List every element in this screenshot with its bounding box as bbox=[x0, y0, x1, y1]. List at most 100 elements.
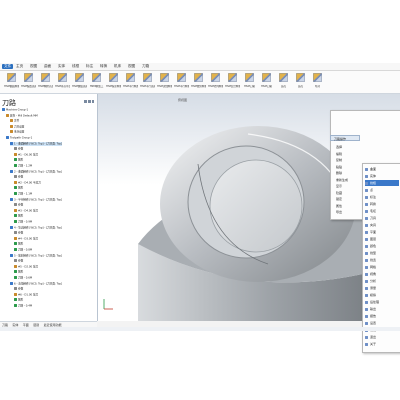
menu-item[interactable]: 线框 bbox=[72, 64, 79, 69]
submenu-item[interactable]: 退出 bbox=[365, 334, 399, 340]
menu-item[interactable]: 转换 bbox=[100, 64, 107, 69]
ribbon-button[interactable]: HSM刀路 bbox=[259, 73, 274, 91]
ribbon-button[interactable]: HSM径向精修 bbox=[208, 73, 223, 91]
ribbon-button[interactable]: HSM螺旋铣削 bbox=[72, 73, 87, 91]
tree-node[interactable]: 参数 bbox=[14, 147, 23, 151]
tree-node[interactable]: 毛坯设置 bbox=[10, 130, 24, 134]
ribbon-button[interactable]: 钻孔 bbox=[276, 73, 291, 91]
ribbon-button[interactable]: HSM流线精修 bbox=[157, 73, 172, 91]
tree-node[interactable]: 文件 bbox=[10, 119, 19, 123]
context-menu-item[interactable]: 隐藏 bbox=[336, 191, 342, 196]
ribbon-button[interactable]: 毛坯 bbox=[310, 73, 325, 91]
tree-node[interactable]: 图形 bbox=[14, 298, 23, 302]
submenu-item[interactable]: 关于 bbox=[365, 341, 399, 347]
submenu-item[interactable]: 线框 bbox=[365, 180, 399, 186]
tree-node[interactable]: 参数 bbox=[14, 259, 23, 263]
tree-node[interactable]: 参数 bbox=[14, 287, 23, 291]
submenu-item[interactable]: 设置 bbox=[365, 320, 399, 326]
submenu-item[interactable]: 线宽 bbox=[365, 257, 399, 263]
context-menu-item[interactable]: 粘贴 bbox=[336, 165, 342, 170]
submenu-item[interactable]: 夹具 bbox=[365, 222, 399, 228]
menu-item[interactable]: 视图 bbox=[30, 64, 37, 69]
tree-node[interactable]: 2 - 曲面精修 [WCS: Top] - [刀具面: Top] bbox=[10, 169, 62, 174]
submenu-item[interactable]: 图层 bbox=[365, 236, 399, 242]
context-menu-item[interactable]: 属性 bbox=[336, 204, 342, 209]
menu-item[interactable]: 标注 bbox=[86, 64, 93, 69]
submenu-item[interactable]: 实体 bbox=[365, 173, 399, 179]
ribbon-button[interactable]: HSM刀路 bbox=[242, 73, 257, 91]
submenu-item[interactable]: 测量 bbox=[365, 285, 399, 291]
menu-item[interactable]: 主页 bbox=[16, 64, 23, 69]
menu-item[interactable]: 曲面 bbox=[44, 64, 51, 69]
submenu-item[interactable]: 颜色 bbox=[365, 243, 399, 249]
submenu-item[interactable]: 转换 bbox=[365, 201, 399, 207]
ribbon-button[interactable]: HSM等高环绕 bbox=[55, 73, 70, 91]
submenu-item[interactable]: 视角 bbox=[365, 271, 399, 277]
context-menu-item[interactable]: 删除 bbox=[336, 171, 342, 176]
tree-node[interactable]: 参数 bbox=[14, 203, 23, 207]
context-menu-item[interactable]: 选择 bbox=[336, 145, 342, 150]
context-submenu[interactable]: 曲面 实体 线框点标注 转换 毛坯 刀具 夹具 平面 图层 颜色 线型 线宽 网格 视角 分析 测量 模拟 后处理… bbox=[362, 163, 400, 353]
tree-node[interactable]: 图形 bbox=[14, 158, 23, 162]
submenu-item[interactable]: 输出 bbox=[365, 306, 399, 312]
tree-node[interactable]: 刀路 - 1.1M bbox=[14, 192, 32, 196]
ribbon-button[interactable]: HSM精加工 bbox=[89, 73, 104, 91]
tree-node[interactable]: 刀路 - 0.9M bbox=[14, 220, 32, 224]
tree-node[interactable]: Toolpath Group-1 bbox=[6, 136, 32, 140]
tree-node[interactable]: #3 - D4.00 球刀 bbox=[14, 208, 38, 213]
tree-node[interactable]: 5 - 放射精修 [WCS: Top] - [刀具面: Top] bbox=[10, 253, 62, 258]
tree-node[interactable]: #4 - D3.00 球刀 bbox=[14, 236, 38, 241]
context-menu-header[interactable]: 刀路操作 bbox=[330, 135, 360, 141]
ribbon-button[interactable]: HSM混合精修 bbox=[225, 73, 240, 91]
tree-node[interactable]: 图形 bbox=[14, 214, 23, 218]
submenu-item[interactable]: 网格 bbox=[365, 264, 399, 270]
context-menu-item[interactable]: 显示 bbox=[336, 184, 342, 189]
tree-node[interactable]: 刀路 - 0.6M bbox=[14, 276, 32, 280]
tree-node[interactable]: 3 - 平行精修 [WCS: Top] - [刀具面: Top] bbox=[10, 197, 62, 202]
context-menu-item[interactable]: 编辑 bbox=[336, 152, 342, 157]
menu-item[interactable]: 实体 bbox=[58, 64, 65, 69]
tree-node[interactable]: 参数 bbox=[14, 231, 23, 235]
tree-node[interactable]: 参数 bbox=[14, 175, 23, 179]
ribbon-button[interactable]: HSM平行铣削 bbox=[140, 73, 155, 91]
tree-node[interactable]: 1 - 曲面精修 [WCS: Top] - [刀具面: Top] bbox=[10, 141, 63, 146]
submenu-item[interactable]: 分析 bbox=[365, 278, 399, 284]
tree-node[interactable]: 图形 bbox=[14, 270, 23, 274]
tree-node[interactable]: 刀路 - 1.2M bbox=[14, 164, 32, 168]
ribbon-button[interactable]: HSM曲面精修 bbox=[4, 73, 19, 91]
context-menu-item[interactable]: 锁定 bbox=[336, 197, 342, 202]
submenu-item[interactable]: 模拟 bbox=[365, 292, 399, 298]
ribbon-button[interactable]: HSM投影精修 bbox=[106, 73, 121, 91]
ribbon-button[interactable]: HSM偏置铣削 bbox=[21, 73, 36, 91]
context-menu-item[interactable]: 重新生成 bbox=[336, 178, 348, 183]
tree-node[interactable]: #5 - D2.00 球刀 bbox=[14, 264, 38, 269]
submenu-item[interactable]: 平面 bbox=[365, 229, 399, 235]
ribbon-button[interactable]: HSM平行精加工 bbox=[123, 73, 138, 91]
tree-node[interactable]: 6 - 清角精修 [WCS: Top] - [刀具面: Top] bbox=[10, 281, 62, 286]
tree-node[interactable]: #1 - D6.00 球刀 bbox=[14, 152, 38, 157]
tree-node[interactable]: 刀路 - 0.8M bbox=[14, 248, 32, 252]
tree-node[interactable]: 4 - 等高精修 [WCS: Top] - [刀具面: Top] bbox=[10, 225, 62, 230]
tree-node[interactable]: 图形 bbox=[14, 242, 23, 246]
tree-node[interactable]: Machine Group-1 bbox=[2, 108, 28, 112]
ribbon-button[interactable]: HSM精修高度 bbox=[38, 73, 53, 91]
submenu-item[interactable]: 线型 bbox=[365, 250, 399, 256]
submenu-item[interactable]: 曲面 bbox=[365, 166, 399, 172]
tree-node[interactable]: #2 - D4.00 平底刀 bbox=[14, 180, 41, 185]
ribbon-button[interactable]: 钻孔 bbox=[293, 73, 308, 91]
tree-node[interactable]: 图形 bbox=[14, 186, 23, 190]
context-menu-item[interactable]: 复制 bbox=[336, 158, 342, 163]
tree-node[interactable]: 刀具设置 bbox=[10, 124, 24, 129]
tree-node[interactable]: #6 - D1.00 球刀 bbox=[14, 292, 38, 297]
menu-item[interactable]: 文件 bbox=[2, 64, 14, 69]
ribbon-button[interactable]: HSM放射精修 bbox=[191, 73, 206, 91]
tree-node[interactable]: 属性 - Mill Default MM bbox=[6, 113, 38, 118]
panel-pin-icon[interactable] bbox=[84, 100, 94, 103]
submenu-item[interactable]: 刀具 bbox=[365, 215, 399, 221]
submenu-item[interactable]: 报告 bbox=[365, 313, 399, 319]
submenu-item[interactable]: 毛坯 bbox=[365, 208, 399, 214]
submenu-item[interactable]: 点 bbox=[365, 187, 399, 193]
menu-item[interactable]: 视图 bbox=[128, 64, 135, 69]
ribbon-button[interactable]: HSM平行精修 bbox=[174, 73, 189, 91]
context-menu-item[interactable]: 导出 bbox=[336, 210, 342, 215]
